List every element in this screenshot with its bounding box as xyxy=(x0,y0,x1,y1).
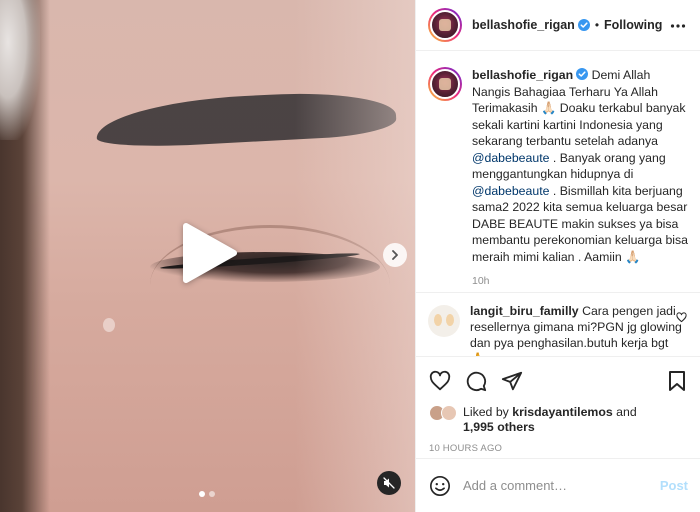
mention-link[interactable]: @dabebeaute xyxy=(472,184,549,198)
liker-avatar[interactable] xyxy=(441,405,457,421)
caption-username-link[interactable]: bellashofie_rigan xyxy=(472,68,573,82)
caption-text: bellashofie_rigan Demi Allah Nangis Baha… xyxy=(472,67,688,265)
avatar-image xyxy=(430,10,460,40)
avatar-image xyxy=(430,69,460,99)
commenter-username-link[interactable]: langit_biru_familly xyxy=(470,304,579,318)
post-side-panel: bellashofie_rigan • Following bellashofi… xyxy=(415,0,700,512)
comment-input[interactable] xyxy=(463,478,660,493)
speaker-muted-icon xyxy=(383,477,395,489)
author-username-link[interactable]: bellashofie_rigan xyxy=(472,18,575,32)
post-comment-button[interactable]: Post xyxy=(660,478,688,493)
verified-badge-icon xyxy=(576,68,589,80)
media-hair-highlight xyxy=(0,0,40,140)
likes-count-link[interactable]: 1,995 others xyxy=(463,420,535,434)
caption-timestamp[interactable]: 10h xyxy=(472,275,688,287)
emoji-icon[interactable] xyxy=(429,475,451,497)
save-bookmark-icon[interactable] xyxy=(667,370,687,392)
play-icon[interactable] xyxy=(180,222,238,284)
likes-summary: Liked by krisdayantilemos and 1,995 othe… xyxy=(416,405,700,435)
post-header: bellashofie_rigan • Following xyxy=(416,0,700,51)
media-tear xyxy=(103,318,115,332)
like-comment-heart-icon[interactable] xyxy=(676,312,687,323)
comment-text: langit_biru_familly Cara pengen jadi res… xyxy=(470,303,685,356)
post-timestamp[interactable]: 10 HOURS AGO xyxy=(416,435,700,454)
caption-row: bellashofie_rigan Demi Allah Nangis Baha… xyxy=(428,67,688,265)
add-comment-bar: Post xyxy=(416,458,700,512)
liker-username-link[interactable]: krisdayantilemos xyxy=(512,405,612,419)
chevron-right-icon xyxy=(392,250,398,260)
post-actions-bar xyxy=(416,357,700,405)
carousel-next-button[interactable] xyxy=(383,243,407,267)
like-heart-icon[interactable] xyxy=(429,370,451,392)
share-paper-plane-icon[interactable] xyxy=(501,370,523,392)
post-media-video[interactable] xyxy=(0,0,415,512)
caption-author-avatar[interactable] xyxy=(428,67,462,101)
likes-and: and xyxy=(616,405,637,419)
likes-prefix: Liked by xyxy=(463,405,509,419)
header-separator: • xyxy=(594,18,600,32)
more-options-icon[interactable] xyxy=(670,18,686,34)
mute-toggle-button[interactable] xyxy=(377,471,401,495)
comments-scroll-area[interactable]: bellashofie_rigan Demi Allah Nangis Baha… xyxy=(416,51,700,293)
following-button[interactable]: Following xyxy=(604,18,662,32)
verified-badge-icon xyxy=(577,19,590,31)
carousel-indicator xyxy=(199,491,215,497)
likes-text: Liked by krisdayantilemos and 1,995 othe… xyxy=(463,405,637,435)
comment-bubble-icon[interactable] xyxy=(465,370,487,392)
author-avatar[interactable] xyxy=(428,8,462,42)
liker-avatars xyxy=(429,405,459,423)
carousel-dot xyxy=(209,491,215,497)
mention-link[interactable]: @dabebeaute xyxy=(472,151,549,165)
commenter-avatar[interactable] xyxy=(428,305,460,337)
carousel-dot-active xyxy=(199,491,205,497)
comment-item: langit_biru_familly Cara pengen jadi res… xyxy=(416,293,700,357)
